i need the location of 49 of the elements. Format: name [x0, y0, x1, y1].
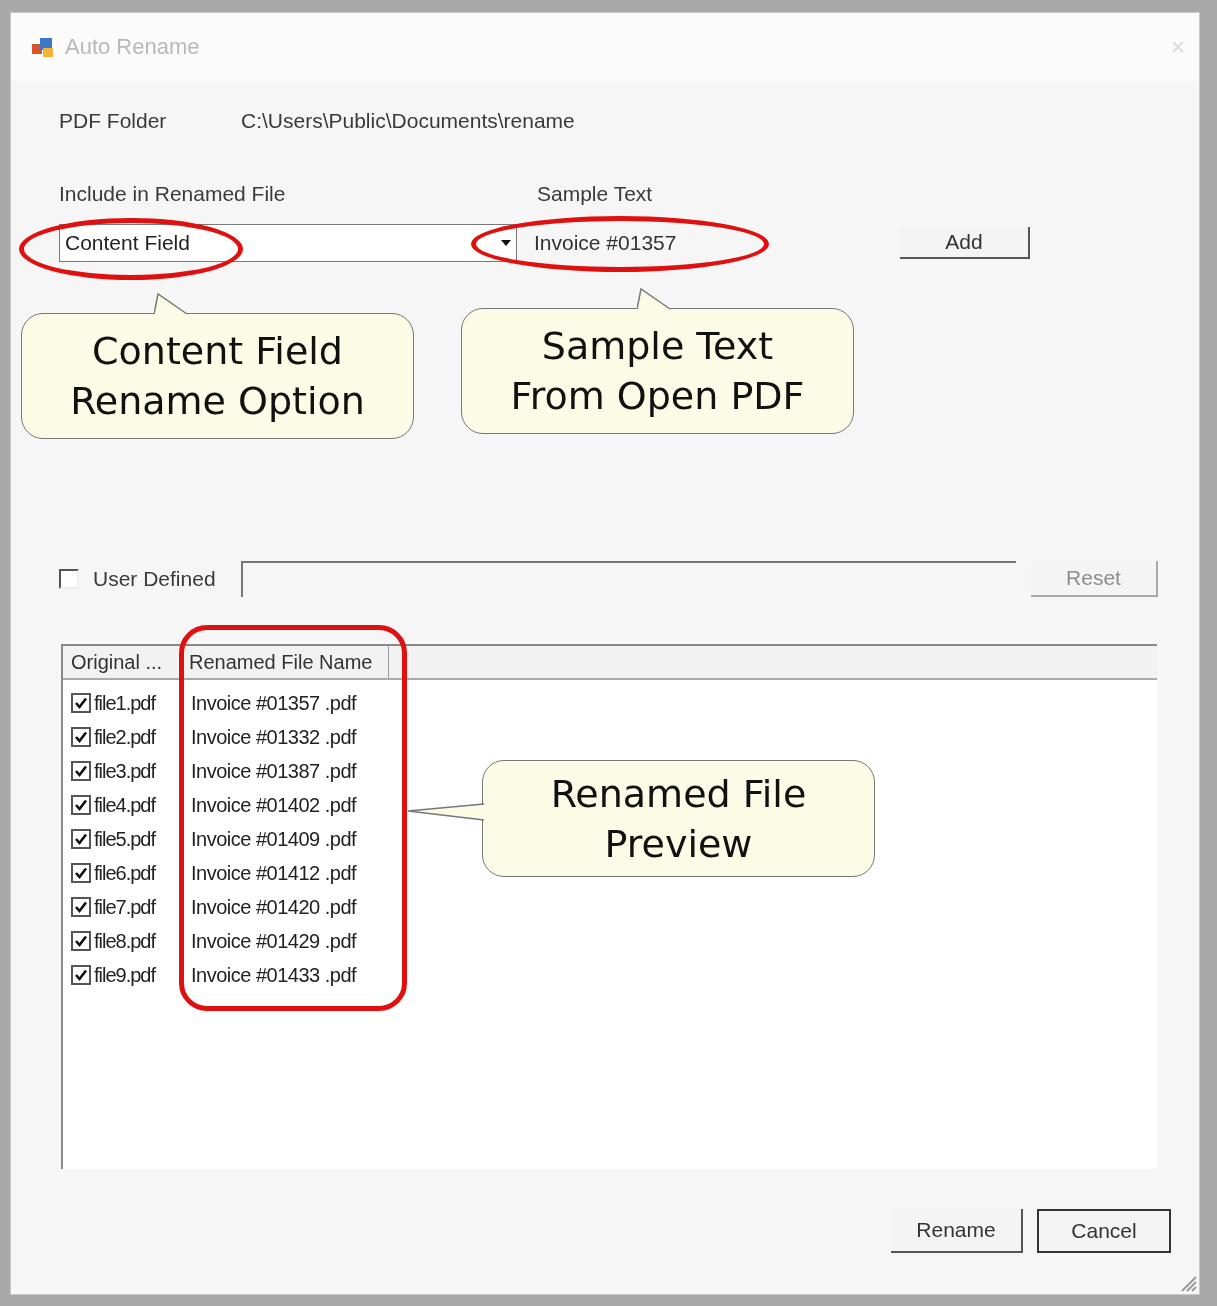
table-cell: file3.pdf — [94, 759, 156, 783]
field-label: PDF Folder — [59, 109, 168, 133]
checkbox[interactable] — [71, 863, 91, 883]
checkbox[interactable] — [71, 761, 91, 781]
folder-path: C:\Users\Public\Documents\rename — [241, 109, 575, 133]
checkbox[interactable] — [71, 897, 91, 917]
table-cell: file7.pdf — [94, 895, 156, 919]
table-cell-text: Invoice #01357 .pdf — [190, 691, 357, 715]
window-title: Auto Rename — [65, 34, 201, 60]
checkbox[interactable] — [71, 795, 91, 815]
cancel-button[interactable]: Cancel — [1037, 1209, 1171, 1253]
checkbox[interactable] — [71, 965, 91, 985]
table-cell: file1.pdf — [94, 691, 156, 715]
app-icon — [31, 36, 55, 58]
checkbox-label: User Defined — [93, 567, 217, 591]
checkbox[interactable] — [71, 727, 91, 747]
field-label: Sample Text — [537, 182, 653, 206]
checkbox[interactable] — [71, 931, 91, 951]
callout-text: From Open PDF — [510, 373, 805, 420]
table-cell: file2.pdf — [94, 725, 156, 749]
table-cell: file8.pdf — [94, 929, 156, 953]
callout-text: Preview — [604, 820, 753, 868]
checkbox[interactable] — [59, 569, 79, 589]
callout-text: Content Field — [92, 328, 343, 375]
add-button[interactable]: Add — [900, 227, 1030, 259]
column-header[interactable]: Original ... — [63, 646, 181, 678]
callout-text: Sample Text — [541, 323, 774, 370]
table-cell-text: Invoice #01409 .pdf — [190, 827, 357, 851]
checkbox[interactable] — [71, 829, 91, 849]
callout-text: Renamed File — [550, 770, 807, 818]
table-cell-text: Invoice #01433 .pdf — [190, 963, 357, 987]
table-cell: file6.pdf — [94, 861, 156, 885]
table-cell-text: Invoice #01429 .pdf — [190, 929, 357, 953]
text-field[interactable] — [241, 561, 1016, 597]
table-cell-text: Invoice #01332 .pdf — [190, 725, 357, 749]
callout-text: Rename Option — [70, 378, 365, 425]
field-label: Include in Renamed File — [59, 182, 287, 206]
checkbox[interactable] — [71, 693, 91, 713]
table-cell-text: Invoice #01402 .pdf — [190, 793, 357, 817]
table-cell-text: Invoice #01387 .pdf — [190, 759, 357, 783]
table-cell-text: Invoice #01420 .pdf — [190, 895, 357, 919]
dropdown[interactable]: Content Field — [59, 224, 517, 262]
table-cell-text: Invoice #01412 .pdf — [190, 861, 357, 885]
table-cell: file4.pdf — [94, 793, 156, 817]
column-header[interactable]: Renamed File Name — [181, 646, 389, 678]
sample-text: Invoice #01357 — [534, 231, 678, 255]
rename-button[interactable]: Rename — [891, 1209, 1023, 1253]
table-cell: file9.pdf — [94, 963, 156, 987]
table-cell: file5.pdf — [94, 827, 156, 851]
